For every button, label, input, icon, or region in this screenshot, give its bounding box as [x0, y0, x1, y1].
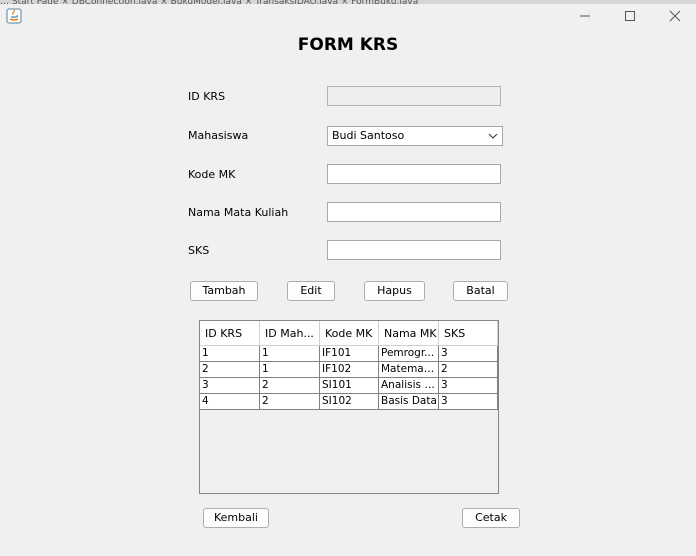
chevron-down-icon	[488, 133, 498, 139]
java-icon	[6, 8, 22, 24]
minimize-button[interactable]	[562, 0, 608, 32]
minimize-icon	[580, 15, 590, 17]
sks-label: SKS	[188, 244, 210, 257]
batal-button[interactable]: Batal	[453, 281, 508, 301]
column-header-id-krs[interactable]: ID KRS	[200, 321, 260, 346]
maximize-icon	[625, 11, 635, 21]
form-title: FORM KRS	[297, 35, 399, 55]
hapus-button[interactable]: Hapus	[364, 281, 425, 301]
id-krs-field[interactable]	[327, 86, 501, 106]
table-cell: 2	[260, 378, 320, 394]
table-cell: SI102	[320, 394, 379, 410]
table-cell: SI101	[320, 378, 379, 394]
window-title-bar[interactable]: … Start Page × DBConnection.java × BukuM…	[0, 0, 696, 32]
mahasiswa-combobox[interactable]: Budi Santoso	[327, 126, 503, 146]
kode-mk-field[interactable]	[327, 164, 501, 184]
table-cell: 1	[260, 362, 320, 378]
column-header-nama-mk[interactable]: Nama MK	[379, 321, 439, 346]
sks-field[interactable]	[327, 240, 501, 260]
table-cell: 1	[260, 346, 320, 362]
edit-button[interactable]: Edit	[287, 281, 335, 301]
table-row[interactable]: 4 2 SI102 Basis Data 3	[200, 394, 498, 410]
nama-mk-label: Nama Mata Kuliah	[188, 206, 289, 219]
table-cell: Matemati...	[379, 362, 439, 378]
table-row[interactable]: 3 2 SI101 Analisis S... 3	[200, 378, 498, 394]
kembali-button[interactable]: Kembali	[203, 508, 269, 528]
table-body: 1 1 IF101 Pemrogr... 3 2 1 IF102 Matemat…	[200, 346, 498, 410]
mahasiswa-label: Mahasiswa	[188, 129, 249, 142]
id-krs-label: ID KRS	[188, 90, 226, 103]
table-cell: IF101	[320, 346, 379, 362]
column-header-sks[interactable]: SKS	[439, 321, 498, 346]
table-row[interactable]: 2 1 IF102 Matemati... 2	[200, 362, 498, 378]
close-button[interactable]	[652, 0, 696, 32]
column-header-id-mahasiswa[interactable]: ID Mah...	[260, 321, 320, 346]
table-cell: Pemrogr...	[379, 346, 439, 362]
maximize-button[interactable]	[607, 0, 653, 32]
nama-mk-field[interactable]	[327, 202, 501, 222]
table-cell: 2	[200, 362, 260, 378]
table-cell: 3	[439, 394, 498, 410]
table-row[interactable]: 1 1 IF101 Pemrogr... 3	[200, 346, 498, 362]
table-cell: 4	[200, 394, 260, 410]
table-header: ID KRS ID Mah... Kode MK Nama MK SKS	[200, 321, 498, 346]
kode-mk-label: Kode MK	[188, 168, 236, 181]
table-cell: 2	[439, 362, 498, 378]
table-cell: 1	[200, 346, 260, 362]
table-cell: 2	[260, 394, 320, 410]
table-cell: 3	[439, 346, 498, 362]
krs-table[interactable]: ID KRS ID Mah... Kode MK Nama MK SKS 1 1…	[199, 320, 499, 494]
table-cell: Analisis S...	[379, 378, 439, 394]
table-cell: 3	[200, 378, 260, 394]
cetak-button[interactable]: Cetak	[462, 508, 520, 528]
table-cell: Basis Data	[379, 394, 439, 410]
column-header-kode-mk[interactable]: Kode MK	[320, 321, 379, 346]
table-cell: 3	[439, 378, 498, 394]
tambah-button[interactable]: Tambah	[190, 281, 258, 301]
close-icon	[669, 10, 681, 22]
mahasiswa-selected-value: Budi Santoso	[332, 129, 405, 142]
table-cell: IF102	[320, 362, 379, 378]
